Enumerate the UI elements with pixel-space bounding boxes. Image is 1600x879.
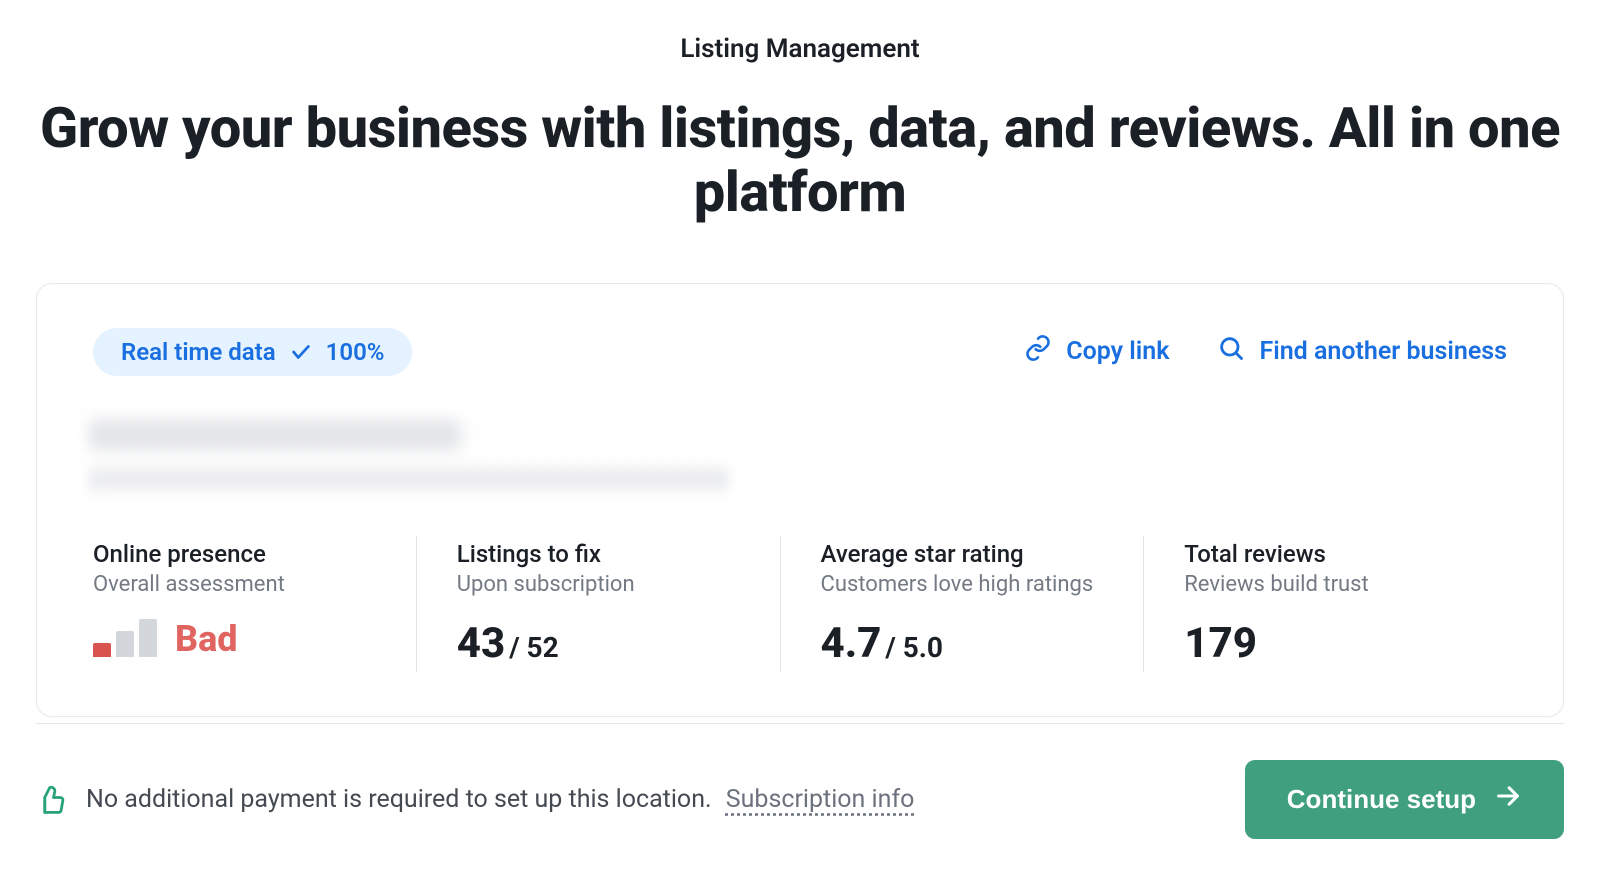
metric-total-reviews: Total reviews Reviews build trust 179	[1143, 536, 1507, 672]
realtime-data-badge[interactable]: Real time data 100%	[93, 328, 412, 376]
business-name-redacted	[93, 420, 463, 450]
metric-listings-to-fix: Listings to fix Upon subscription 43 / 5…	[416, 536, 780, 672]
cta-label: Continue setup	[1287, 784, 1476, 815]
signal-bars-icon	[93, 617, 157, 657]
metric-subtitle: Upon subscription	[457, 572, 740, 597]
thumbs-up-icon	[36, 785, 66, 815]
presence-status: Bad	[175, 621, 238, 657]
copy-link-label: Copy link	[1066, 337, 1169, 366]
continue-setup-button[interactable]: Continue setup	[1245, 760, 1564, 839]
check-icon	[290, 341, 312, 363]
copy-link-button[interactable]: Copy link	[1024, 334, 1169, 369]
page-headline: Grow your business with listings, data, …	[36, 96, 1564, 225]
metric-title: Total reviews	[1184, 540, 1467, 568]
metric-online-presence: Online presence Overall assessment Bad	[93, 536, 416, 672]
business-summary-card: Real time data 100% Copy link Fi	[36, 283, 1564, 717]
business-address-redacted	[93, 468, 733, 490]
metric-star-rating: Average star rating Customers love high …	[780, 536, 1144, 672]
footer-bar: No additional payment is required to set…	[36, 723, 1564, 839]
metric-value: 179	[1184, 619, 1257, 668]
footer-message: No additional payment is required to set…	[86, 785, 712, 814]
business-identity-redacted	[93, 420, 1507, 490]
metric-title: Listings to fix	[457, 540, 740, 568]
section-eyebrow: Listing Management	[36, 34, 1564, 64]
metric-title: Online presence	[93, 540, 376, 568]
find-business-button[interactable]: Find another business	[1217, 334, 1507, 369]
metric-total: / 5.0	[885, 631, 943, 664]
realtime-badge-value: 100%	[326, 338, 385, 366]
metrics-row: Online presence Overall assessment Bad L…	[93, 536, 1507, 672]
link-icon	[1024, 334, 1052, 369]
search-icon	[1217, 334, 1245, 369]
metric-total: / 52	[509, 631, 558, 664]
arrow-right-icon	[1494, 782, 1522, 817]
metric-subtitle: Reviews build trust	[1184, 572, 1467, 597]
card-actions: Copy link Find another business	[1024, 334, 1507, 369]
subscription-info-link[interactable]: Subscription info	[726, 785, 915, 814]
metric-subtitle: Customers love high ratings	[821, 572, 1104, 597]
find-business-label: Find another business	[1259, 337, 1507, 366]
metric-value: 4.7	[821, 619, 882, 668]
metric-value: 43	[457, 619, 505, 668]
metric-title: Average star rating	[821, 540, 1104, 568]
realtime-badge-label: Real time data	[121, 338, 276, 366]
metric-subtitle: Overall assessment	[93, 572, 376, 597]
card-top-row: Real time data 100% Copy link Fi	[93, 328, 1507, 376]
